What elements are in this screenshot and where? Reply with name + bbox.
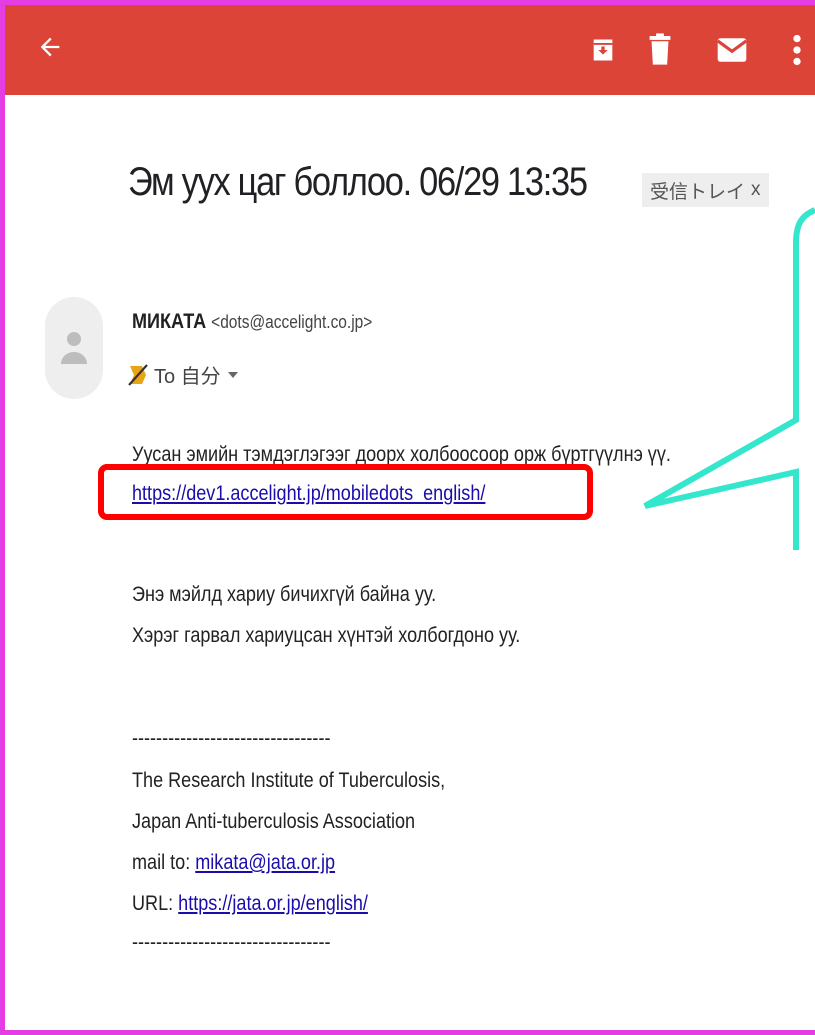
mark-unread-button[interactable] xyxy=(715,35,749,65)
back-arrow-icon xyxy=(40,37,60,57)
archive-icon xyxy=(593,39,613,61)
back-button[interactable] xyxy=(32,29,68,65)
signature-mail-line: mail to: mikata@jata.or.jp xyxy=(132,851,335,875)
url-label: URL: xyxy=(132,892,174,915)
callout-bubble xyxy=(643,186,815,560)
signature-org-line1: The Research Institute of Tuberculosis, xyxy=(132,769,446,792)
mail-link[interactable]: mikata@jata.or.jp xyxy=(195,851,335,874)
recipient-text: To 自分 xyxy=(154,366,221,388)
link-highlight-box xyxy=(98,464,593,520)
delete-icon xyxy=(649,33,671,65)
email-toolbar xyxy=(5,5,815,95)
sender-line: МИКАТА <dots@accelight.co.jp> xyxy=(132,310,372,334)
signature-separator: --------------------------------- xyxy=(132,727,331,750)
url-link[interactable]: https://jata.or.jp/english/ xyxy=(178,892,368,915)
delete-button[interactable] xyxy=(645,33,675,65)
body-line-no-reply: Энэ мэйлд хариу бичихгүй байна уу. xyxy=(132,583,437,606)
body-line-contact: Хэрэг гарвал хариуцсан хүнтэй холбогдоно… xyxy=(132,624,521,647)
more-vert-icon xyxy=(793,34,801,66)
email-subject: Эм уух цаг боллоо. 06/29 13:35 xyxy=(128,160,588,204)
chevron-down-icon[interactable] xyxy=(227,370,239,380)
signature-separator-bottom: --------------------------------- xyxy=(132,931,331,954)
mark-unread-icon xyxy=(716,38,748,62)
person-icon xyxy=(61,332,87,364)
sender-name: МИКАТА xyxy=(132,310,207,333)
more-options-button[interactable] xyxy=(787,33,807,67)
archive-button[interactable] xyxy=(588,35,618,65)
mail-label: mail to: xyxy=(132,851,191,874)
sender-email: <dots@accelight.co.jp> xyxy=(211,312,373,332)
signature-url-line: URL: https://jata.or.jp/english/ xyxy=(132,892,368,916)
sender-avatar xyxy=(45,297,103,399)
signature-org-line2: Japan Anti-tuberculosis Association xyxy=(132,810,416,833)
important-marker-icon xyxy=(128,363,148,386)
recipient-line[interactable]: To 自分 xyxy=(128,360,239,389)
